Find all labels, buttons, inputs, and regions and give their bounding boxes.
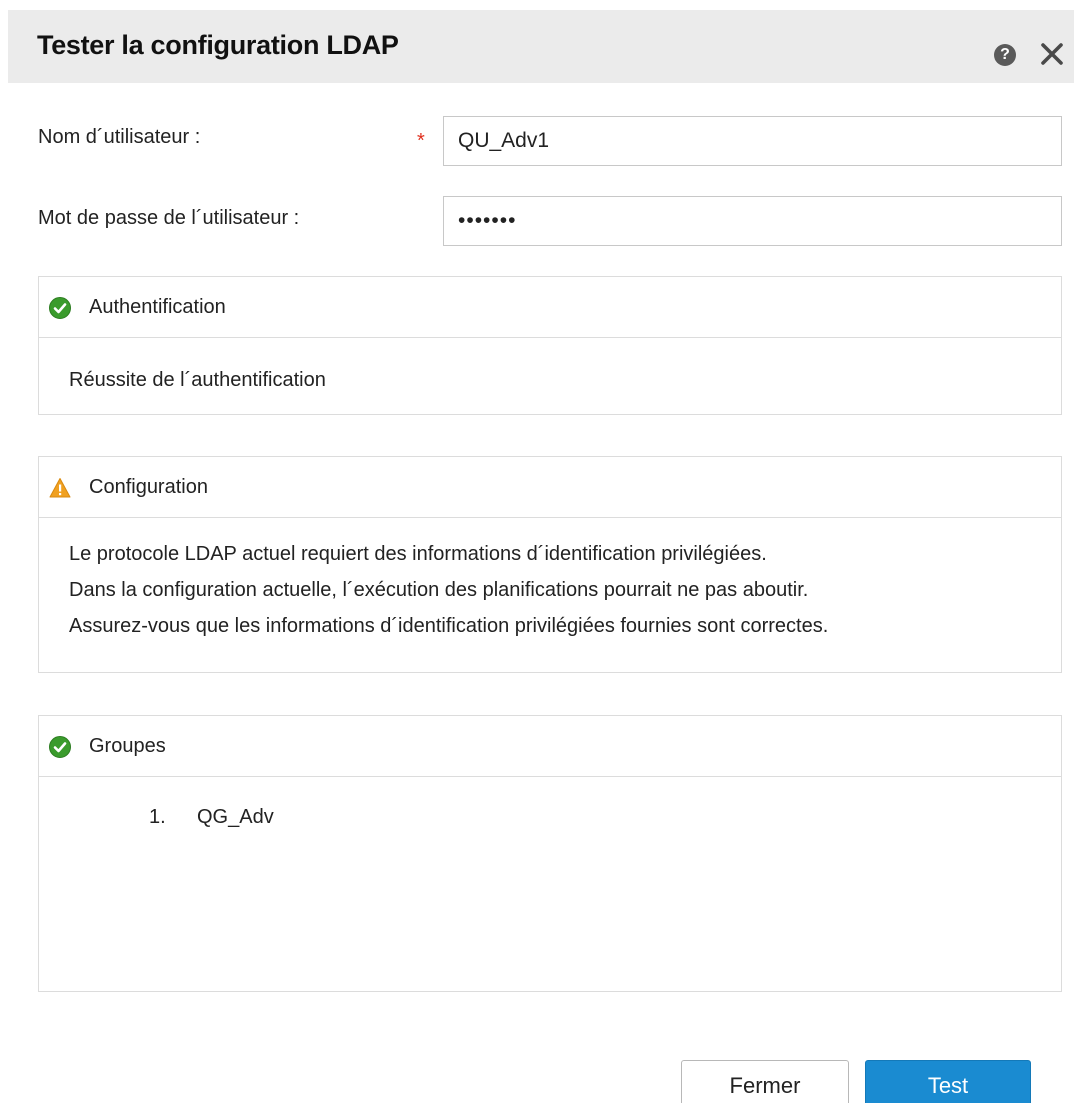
dialog-title: Tester la configuration LDAP: [37, 30, 399, 60]
group-name: QG_Adv: [197, 806, 274, 828]
close-button[interactable]: Fermer: [681, 1060, 849, 1103]
configuration-message-line: Assurez-vous que les informations d´iden…: [69, 615, 829, 637]
password-label: Mot de passe de l´utilisateur :: [38, 207, 300, 229]
configuration-panel: Configuration Le protocole LDAP actuel r…: [38, 456, 1062, 673]
username-input[interactable]: [443, 116, 1062, 166]
authentication-panel-body: Réussite de l´authentification: [39, 338, 1061, 398]
authentication-panel-title: Authentification: [89, 296, 226, 318]
groups-panel: Groupes 1. QG_Adv: [38, 715, 1062, 992]
configuration-panel-header: Configuration: [39, 457, 1061, 518]
help-icon[interactable]: ?: [994, 44, 1016, 66]
test-button[interactable]: Test: [865, 1060, 1031, 1103]
check-circle-icon: [49, 297, 71, 319]
dialog-titlebar: Tester la configuration LDAP ?: [8, 10, 1074, 83]
list-item-number: 1.: [149, 806, 166, 828]
required-marker: *: [417, 130, 425, 152]
password-input[interactable]: [443, 196, 1062, 246]
username-label: Nom d´utilisateur :: [38, 126, 201, 148]
groups-panel-title: Groupes: [89, 735, 166, 757]
ldap-test-dialog: Tester la configuration LDAP ? Nom d´uti…: [0, 0, 1074, 1103]
configuration-message-line: Le protocole LDAP actuel requiert des in…: [69, 543, 767, 565]
authentication-panel: Authentification Réussite de l´authentif…: [38, 276, 1062, 415]
configuration-panel-title: Configuration: [89, 476, 208, 498]
groups-panel-header: Groupes: [39, 716, 1061, 777]
configuration-panel-body: Le protocole LDAP actuel requiert des in…: [39, 518, 1061, 644]
check-circle-icon: [49, 736, 71, 758]
groups-panel-body: 1. QG_Adv: [39, 777, 1061, 835]
close-icon[interactable]: [1038, 38, 1066, 68]
group-list: 1. QG_Adv: [69, 799, 1031, 835]
warning-triangle-icon: [49, 478, 71, 498]
list-item: 1. QG_Adv: [69, 799, 1031, 835]
configuration-message-line: Dans la configuration actuelle, l´exécut…: [69, 579, 809, 601]
authentication-panel-header: Authentification: [39, 277, 1061, 338]
authentication-result-text: Réussite de l´authentification: [69, 369, 326, 391]
